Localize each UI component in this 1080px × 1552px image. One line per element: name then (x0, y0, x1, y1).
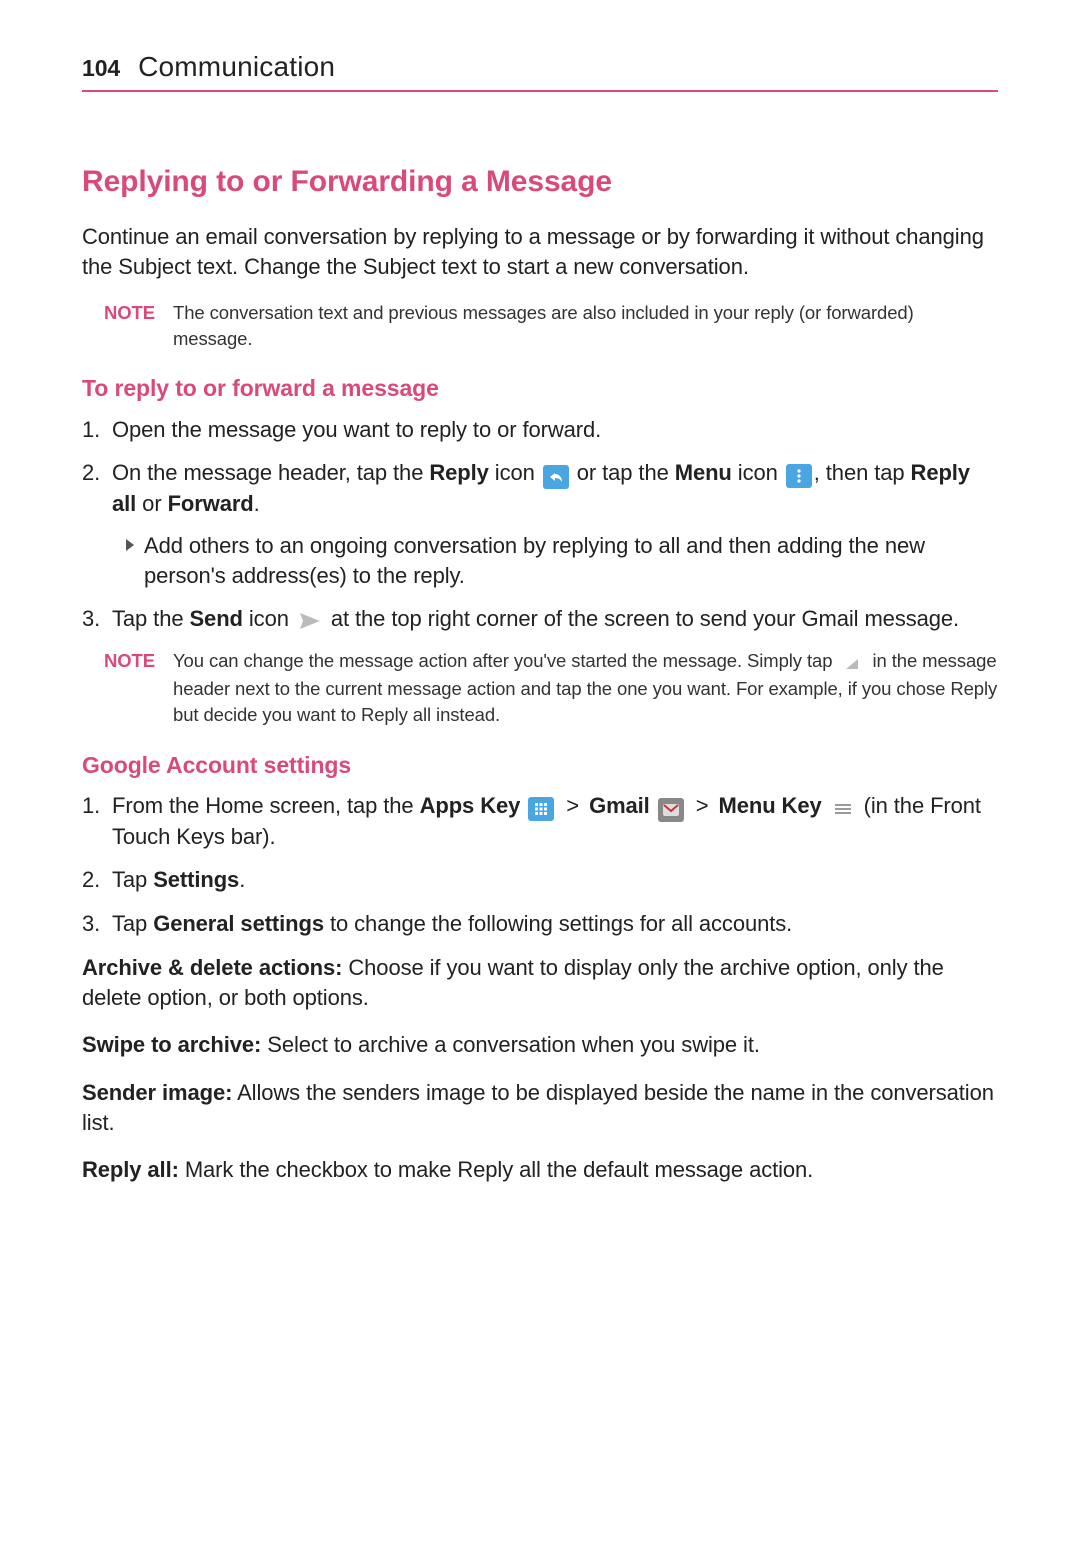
step-text-part: , then tap (814, 460, 911, 485)
setting-name: Swipe to archive: (82, 1032, 261, 1057)
note-text-part: You can change the message action after … (173, 650, 837, 671)
step-text-part: icon (243, 606, 295, 631)
step-text-part: . (239, 867, 245, 892)
step-text-part: . (254, 491, 260, 516)
breadcrumb-sep: > (696, 791, 709, 821)
step-number: 2. (82, 458, 100, 488)
note-label: NOTE (104, 648, 155, 728)
step-3: 3. Tap the Send icon at the top right co… (82, 604, 998, 634)
steps-list-1: 1. Open the message you want to reply to… (82, 415, 998, 634)
breadcrumb-sep: > (566, 791, 579, 821)
section-title: Communication (138, 48, 335, 86)
gmail-label: Gmail (589, 793, 650, 818)
step-text-part: icon (732, 460, 784, 485)
step-text-part: to change the following settings for all… (324, 911, 792, 936)
step-number: 1. (82, 791, 100, 821)
setting-swipe-archive: Swipe to archive: Select to archive a co… (82, 1030, 998, 1060)
menu-key-icon (830, 797, 856, 821)
reply-icon (543, 465, 569, 489)
note-block-2: NOTE You can change the message action a… (104, 648, 998, 728)
settings-label: Settings (153, 867, 239, 892)
apps-key-icon (528, 797, 554, 821)
edit-triangle-icon (839, 652, 865, 676)
setting-reply-all: Reply all: Mark the checkbox to make Rep… (82, 1155, 998, 1185)
send-label: Send (189, 606, 242, 631)
sub-bullet: Add others to an ongoing conversation by… (126, 531, 998, 590)
step-3: 3. Tap General settings to change the fo… (82, 909, 998, 939)
general-settings-label: General settings (153, 911, 324, 936)
setting-archive-delete: Archive & delete actions: Choose if you … (82, 953, 998, 1012)
apps-key-label: Apps Key (420, 793, 521, 818)
step-text-part: icon (489, 460, 541, 485)
step-number: 1. (82, 415, 100, 445)
forward-label: Forward (168, 491, 254, 516)
step-text-part: On the message header, tap the (112, 460, 429, 485)
send-icon (297, 609, 323, 633)
sub-bullet-text: Add others to an ongoing conversation by… (144, 531, 998, 590)
step-number: 3. (82, 909, 100, 939)
subheading-reply-forward: To reply to or forward a message (82, 373, 998, 404)
step-text-part: Tap (112, 867, 153, 892)
step-number: 2. (82, 865, 100, 895)
menu-label: Menu (675, 460, 732, 485)
setting-name: Reply all: (82, 1157, 179, 1182)
step-number: 3. (82, 604, 100, 634)
heading-main: Replying to or Forwarding a Message (82, 162, 998, 203)
page-header: 104 Communication (82, 48, 998, 92)
intro-paragraph: Continue an email conversation by replyi… (82, 222, 998, 281)
step-text-part: or tap the (571, 460, 675, 485)
menu-icon (786, 464, 812, 488)
step-text-part: Tap the (112, 606, 189, 631)
note-block-1: NOTE The conversation text and previous … (104, 300, 998, 352)
step-1: 1. Open the message you want to reply to… (82, 415, 998, 445)
setting-desc: Select to archive a conversation when yo… (261, 1032, 760, 1057)
note-text: The conversation text and previous messa… (173, 300, 998, 352)
step-1: 1. From the Home screen, tap the Apps Ke… (82, 791, 998, 852)
step-2: 2. Tap Settings. (82, 865, 998, 895)
setting-desc: Mark the checkbox to make Reply all the … (179, 1157, 813, 1182)
triangle-bullet-icon (126, 539, 134, 551)
note-label: NOTE (104, 300, 155, 352)
step-text-part: From the Home screen, tap the (112, 793, 420, 818)
subheading-google-account: Google Account settings (82, 750, 998, 781)
step-text-part: at the top right corner of the screen to… (325, 606, 959, 631)
step-2: 2. On the message header, tap the Reply … (82, 458, 998, 590)
step-text-part: or (136, 491, 167, 516)
setting-name: Sender image: (82, 1080, 232, 1105)
step-text: Open the message you want to reply to or… (112, 417, 601, 442)
menu-key-label: Menu Key (719, 793, 822, 818)
reply-label: Reply (429, 460, 488, 485)
setting-name: Archive & delete actions: (82, 955, 342, 980)
step-text-part: Tap (112, 911, 153, 936)
gmail-icon (658, 798, 684, 822)
page-number: 104 (82, 53, 120, 84)
setting-sender-image: Sender image: Allows the senders image t… (82, 1078, 998, 1137)
note-text: You can change the message action after … (173, 648, 998, 728)
steps-list-2: 1. From the Home screen, tap the Apps Ke… (82, 791, 998, 939)
